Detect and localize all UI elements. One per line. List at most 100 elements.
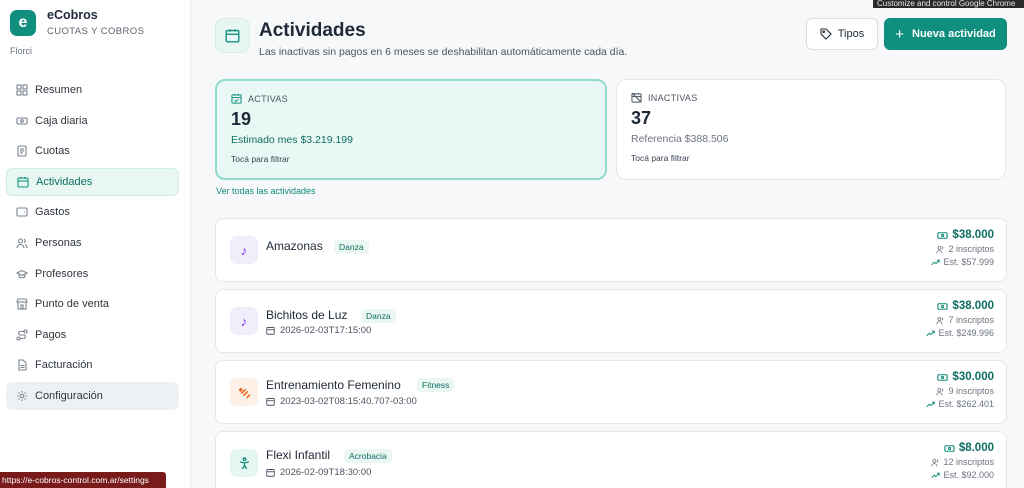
sidebar-item-punto-de-venta[interactable]: Punto de venta — [6, 290, 179, 318]
activity-price-value: $30.000 — [952, 371, 994, 383]
inactivas-label: INACTIVAS — [648, 92, 698, 103]
banknote-icon — [937, 231, 949, 239]
activity-price: $38.000 — [931, 229, 994, 241]
activity-estimate-value: Est. $262.401 — [938, 399, 994, 409]
activity-name: Bichitos de Luz — [266, 308, 348, 322]
activity-inscriptos-value: 2 inscriptos — [948, 244, 994, 254]
activity-inscriptos: 12 inscriptos — [931, 457, 994, 467]
sidebar-item-caja-diaria[interactable]: Caja diaria — [6, 107, 179, 135]
sidebar-item-label: Resumen — [35, 84, 83, 96]
store-icon — [16, 298, 28, 310]
calendar-icon — [266, 327, 275, 335]
sidebar-item-facturacion[interactable]: Facturación — [6, 351, 179, 379]
sidebar-item-pagos[interactable]: Pagos — [6, 321, 179, 349]
activity-estimate-value: Est. $92.000 — [943, 470, 994, 480]
activity-inscriptos-value: 7 inscriptos — [948, 315, 994, 325]
sidebar-item-label: Pagos — [35, 328, 67, 341]
grid-icon — [16, 84, 28, 96]
activity-tag: Fitness — [417, 378, 455, 392]
inactivas-card[interactable]: INACTIVAS 37 Referencia $388.506 Tocá pa… — [616, 79, 1006, 180]
activity-inscriptos-value: 9 inscriptos — [948, 386, 994, 396]
activity-name: Entrenamiento Femenino — [266, 378, 401, 392]
sidebar-item-gastos[interactable]: Gastos — [6, 198, 179, 226]
activity-date: 2023-03-02T08:15:40.707-03:00 — [266, 396, 417, 407]
users-icon — [16, 237, 28, 249]
activity-estimate-value: Est. $57.999 — [943, 257, 994, 267]
sidebar-item-actividades[interactable]: Actividades — [6, 167, 179, 196]
music-note-icon: ♪ — [230, 236, 258, 264]
brand[interactable]: e eCobros CUOTAS Y COBROS — [10, 8, 144, 38]
calendar-icon — [266, 469, 275, 477]
activity-estimate-value: Est. $249.996 — [938, 328, 994, 338]
cash-icon — [16, 115, 28, 127]
activity-date-value: 2023-03-02T08:15:40.707-03:00 — [280, 396, 417, 407]
users-icon — [936, 387, 944, 395]
activas-estimate: Estimado mes $3.219.199 — [231, 134, 353, 146]
activity-name: Amazonas — [266, 239, 323, 253]
activity-price-value: $8.000 — [958, 442, 994, 454]
activity-row[interactable]: ♪ Amazonas Danza $38.000 2 inscriptos Es… — [215, 218, 1007, 282]
activas-card[interactable]: ACTIVAS 19 Estimado mes $3.219.199 Tocá … — [215, 79, 607, 180]
sidebar-item-personas[interactable]: Personas — [6, 229, 179, 257]
activas-label: ACTIVAS — [248, 93, 288, 104]
sidebar-item-label: Configuración — [35, 389, 103, 402]
calendar-icon — [215, 18, 250, 53]
banknote-icon — [937, 302, 949, 310]
sidebar: e eCobros CUOTAS Y COBROS Florci Resumen… — [0, 0, 191, 488]
activity-inscriptos: 9 inscriptos — [926, 386, 994, 396]
inactivas-label-row: INACTIVAS — [631, 92, 991, 103]
trending-up-icon — [931, 472, 941, 478]
activity-price-value: $38.000 — [952, 300, 994, 312]
activity-estimate: Est. $249.996 — [926, 328, 994, 338]
activity-estimate: Est. $57.999 — [931, 257, 994, 267]
activas-hint: Tocá para filtrar — [231, 154, 290, 164]
status-bar-url: https://e-cobros-control.com.ar/settings — [0, 472, 166, 488]
activity-summary: $38.000 2 inscriptos Est. $57.999 — [931, 229, 994, 267]
music-note-icon: ♪ — [230, 307, 258, 335]
activity-summary: $30.000 9 inscriptos Est. $262.401 — [926, 371, 994, 409]
receipt-icon — [16, 145, 28, 157]
dumbbell-icon — [230, 378, 258, 406]
activity-price: $38.000 — [926, 300, 994, 312]
ver-todas-link[interactable]: Ver todas las actividades — [216, 186, 316, 196]
document-icon — [16, 359, 28, 371]
sidebar-nav: Resumen Caja diaria Cuotas Actividades G… — [6, 76, 179, 413]
users-icon — [936, 245, 944, 253]
sidebar-item-label: Profesores — [35, 267, 89, 280]
activas-label-row: ACTIVAS — [231, 93, 591, 104]
activity-row[interactable]: Entrenamiento Femenino Fitness 2023-03-0… — [215, 360, 1007, 424]
activity-row[interactable]: Flexi Infantil Acrobacia 2026-02-09T18:3… — [215, 431, 1007, 488]
users-icon — [931, 458, 939, 466]
gear-icon — [16, 390, 28, 402]
user-name: Florci — [10, 46, 32, 56]
app-logo: e — [10, 10, 36, 36]
activity-tag: Acrobacia — [344, 449, 392, 463]
sidebar-item-label: Caja diaria — [35, 114, 88, 127]
sidebar-item-cuotas[interactable]: Cuotas — [6, 137, 179, 165]
sidebar-item-profesores[interactable]: Profesores — [6, 260, 179, 288]
activity-inscriptos: 7 inscriptos — [926, 315, 994, 325]
acrobat-icon — [230, 449, 258, 477]
activity-tag: Danza — [334, 240, 369, 254]
activity-price: $8.000 — [931, 442, 994, 454]
activity-inscriptos: 2 inscriptos — [931, 244, 994, 254]
activity-name: Flexi Infantil — [266, 448, 331, 462]
wallet-icon — [16, 206, 28, 218]
nueva-actividad-button[interactable]: + Nueva actividad — [884, 18, 1007, 50]
activas-count: 19 — [231, 109, 252, 129]
sidebar-item-configuracion[interactable]: Configuración — [6, 381, 179, 410]
tipos-label: Tipos — [837, 28, 865, 40]
activity-row[interactable]: ♪ Bichitos de Luz Danza 2026-02-03T17:15… — [215, 289, 1007, 353]
app-subtitle: CUOTAS Y COBROS — [47, 26, 145, 37]
inactivas-count: 37 — [631, 108, 652, 128]
trending-up-icon — [931, 259, 941, 265]
tipos-button[interactable]: Tipos — [806, 18, 878, 50]
activity-summary: $8.000 12 inscriptos Est. $92.000 — [931, 442, 994, 480]
calendar-off-icon — [631, 92, 642, 103]
banknote-icon — [944, 444, 955, 452]
calendar-check-icon — [231, 93, 242, 104]
sidebar-item-resumen[interactable]: Resumen — [6, 76, 179, 104]
activity-summary: $38.000 7 inscriptos Est. $249.996 — [926, 300, 994, 338]
activity-estimate: Est. $262.401 — [926, 399, 994, 409]
activity-price: $30.000 — [926, 371, 994, 383]
